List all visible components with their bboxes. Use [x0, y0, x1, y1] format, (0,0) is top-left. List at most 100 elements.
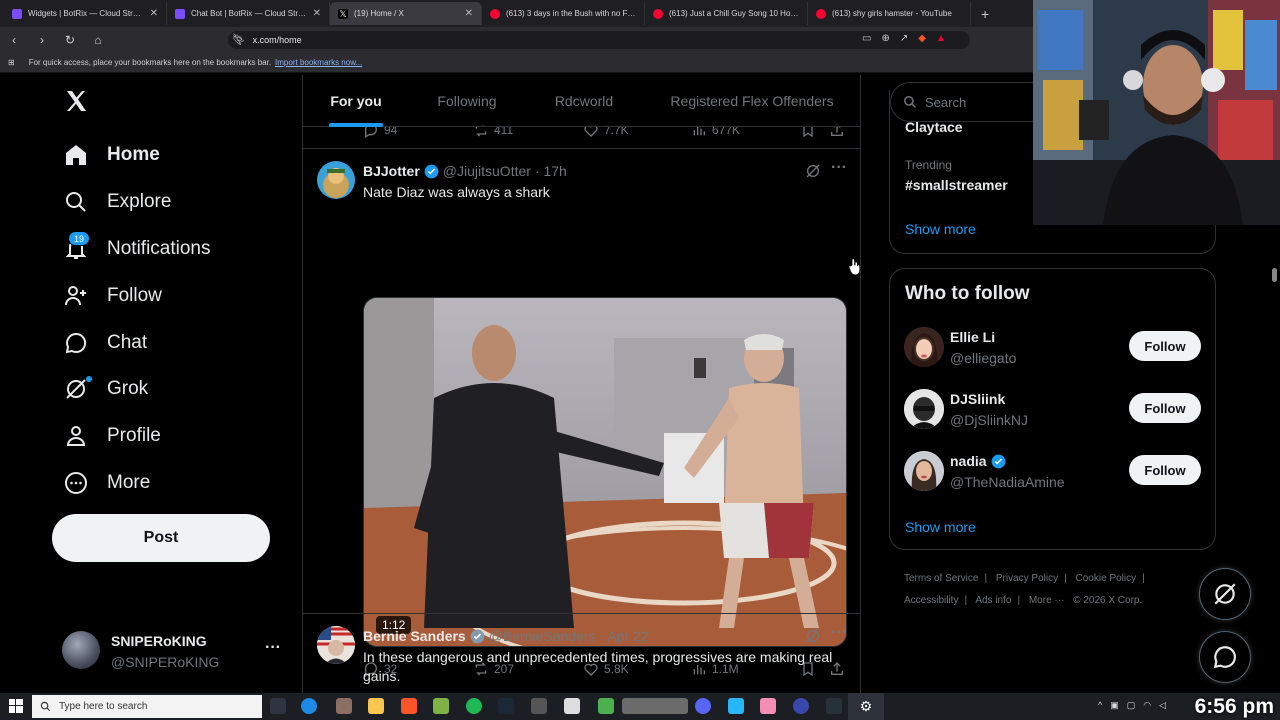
tweet[interactable]: BJJotter @JiujitsuOtter · 17h ··· Nate D… [303, 149, 860, 677]
tab-registered-flex-offenders[interactable]: Registered Flex Offenders [643, 75, 860, 127]
tweet-author-name[interactable]: BJJotter [363, 163, 420, 179]
footer-ads-info[interactable]: Ads info [975, 595, 1011, 606]
tweet-author-handle[interactable]: @JiujitsuOtter [443, 163, 531, 179]
tweet-time[interactable]: · Apr 22 [600, 628, 649, 644]
post-button[interactable]: Post [52, 514, 270, 562]
sidebar-item-chat[interactable]: Chat [63, 328, 147, 358]
address-bar[interactable]: ⚲ x.com/home [228, 31, 970, 49]
sidebar-item-more[interactable]: More [63, 468, 150, 498]
reload-icon[interactable]: ↻ [62, 33, 78, 47]
app-icon[interactable] [598, 698, 614, 714]
app-icon[interactable] [728, 698, 744, 714]
tray-app-icon[interactable]: ▣ [1110, 700, 1119, 711]
brave-icon[interactable] [401, 698, 417, 714]
follow-button[interactable]: Follow [1129, 393, 1201, 423]
steam-icon[interactable] [498, 698, 514, 714]
app-icon[interactable] [433, 698, 449, 714]
reader-icon[interactable]: ▭ [862, 33, 871, 44]
avatar[interactable] [317, 626, 355, 664]
avatar[interactable] [904, 451, 944, 491]
suggested-user-handle[interactable]: @DjSliinkNJ [950, 412, 1028, 428]
task-view-icon[interactable] [270, 698, 286, 714]
browser-tab[interactable]: (613) 3 days in the Bush with no Food [482, 2, 645, 25]
import-bookmarks-link[interactable]: Import bookmarks now... [275, 58, 362, 67]
app-icon[interactable] [793, 698, 809, 714]
page-scrollbar-thumb[interactable] [1272, 268, 1277, 282]
app-icon[interactable] [564, 698, 580, 714]
footer-accessibility[interactable]: Accessibility [904, 595, 958, 606]
avatar[interactable] [904, 327, 944, 367]
footer-cookie[interactable]: Cookie Policy [1076, 573, 1137, 584]
windows-start-icon[interactable] [9, 699, 23, 713]
forward-icon[interactable]: › [34, 33, 50, 47]
discord-icon[interactable] [695, 698, 711, 714]
brave-rewards-icon[interactable]: ▲ [936, 33, 946, 44]
tray-chevron-icon[interactable]: ^ [1098, 700, 1102, 711]
tab-rdcworld[interactable]: Rdcworld [525, 75, 643, 127]
browser-tab[interactable]: Chat Bot | BotRix — Cloud Streaming ✕ [167, 2, 330, 25]
app-icon[interactable] [336, 698, 352, 714]
tweet-time[interactable]: · 17h [535, 163, 567, 179]
account-more-icon[interactable]: ··· [265, 639, 281, 657]
share-icon[interactable]: ↗ [900, 33, 908, 44]
new-tab-icon[interactable]: + [971, 6, 999, 22]
show-more-link[interactable]: Show more [905, 519, 976, 535]
file-explorer-icon[interactable] [368, 698, 384, 714]
spotify-icon[interactable] [466, 698, 482, 714]
brave-shield-icon[interactable]: ◆ [918, 33, 926, 44]
avatar[interactable] [904, 389, 944, 429]
home-browser-icon[interactable]: ⌂ [90, 33, 106, 47]
tray-app-icon[interactable]: ▢ [1127, 700, 1136, 711]
tweet-author-name[interactable]: Bernie Sanders [363, 628, 466, 644]
user-name[interactable]: Ellie Li [950, 329, 995, 345]
footer-terms[interactable]: Terms of Service [904, 573, 978, 584]
trend-topic[interactable]: Claytace [905, 119, 963, 135]
show-more-link[interactable]: Show more [905, 221, 976, 237]
app-icon[interactable] [531, 698, 547, 714]
grok-explain-icon[interactable] [805, 628, 821, 644]
tweet-video[interactable]: 1:12 [363, 297, 847, 647]
back-icon[interactable]: ‹ [6, 33, 22, 47]
volume-icon[interactable]: ◁ [1159, 700, 1166, 711]
tweet-author-handle[interactable]: @BernieSanders [489, 628, 596, 644]
browser-tab[interactable]: (613) Just a Chill Guy Song 10 Hours [645, 2, 808, 25]
sidebar-item-grok[interactable]: Grok [63, 374, 148, 404]
browser-tab[interactable]: Widgets | BotRix — Cloud Streaming ✕ [4, 2, 167, 25]
app-icon[interactable] [622, 698, 688, 714]
grok-explain-icon[interactable] [805, 163, 821, 179]
zoom-icon[interactable]: ⊕ [881, 33, 889, 44]
wifi-icon[interactable]: ◠ [1143, 700, 1151, 711]
sidebar-item-home[interactable]: Home [63, 140, 160, 170]
close-tab-icon[interactable]: ✕ [465, 8, 473, 19]
url-text[interactable]: x.com/home [253, 35, 302, 45]
tab-following[interactable]: Following [409, 75, 525, 127]
suggested-user-handle[interactable]: @TheNadiaAmine [950, 474, 1065, 490]
trend-topic[interactable]: #smallstreamer [905, 177, 1008, 193]
x-logo-icon[interactable] [64, 88, 88, 114]
close-tab-icon[interactable]: ✕ [150, 8, 158, 19]
sidebar-item-profile[interactable]: Profile [63, 421, 161, 451]
apps-grid-icon[interactable]: ⊞ [8, 58, 15, 67]
follow-button[interactable]: Follow [1129, 455, 1201, 485]
app-icon[interactable] [826, 698, 842, 714]
follow-button[interactable]: Follow [1129, 331, 1201, 361]
user-name[interactable]: nadia [950, 453, 987, 469]
app-icon[interactable] [760, 698, 776, 714]
messages-fab-button[interactable] [1199, 631, 1251, 683]
browser-tab[interactable]: (613) shy girls hamster - YouTube [808, 2, 971, 25]
close-tab-icon[interactable]: ✕ [313, 8, 321, 19]
tweet-more-icon[interactable]: ··· [831, 159, 847, 177]
grok-fab-button[interactable] [1199, 568, 1251, 620]
account-switcher[interactable]: SNIPERoKING @SNIPERoKING ··· [62, 630, 292, 672]
user-name[interactable]: DJSliink [950, 391, 1005, 407]
suggested-user-handle[interactable]: @elliegato [950, 350, 1016, 366]
settings-taskbar-button[interactable]: ⚙ [848, 693, 884, 720]
edge-icon[interactable] [301, 698, 317, 714]
sidebar-item-explore[interactable]: Explore [63, 187, 171, 217]
avatar[interactable] [317, 161, 355, 199]
footer-privacy[interactable]: Privacy Policy [996, 573, 1058, 584]
taskbar-clock[interactable]: 6:56 pm [1180, 693, 1280, 720]
footer-more[interactable]: More ··· [1029, 595, 1065, 606]
browser-tab-active[interactable]: 𝕏 (19) Home / X ✕ [330, 2, 482, 25]
sidebar-item-follow[interactable]: Follow [63, 281, 162, 311]
